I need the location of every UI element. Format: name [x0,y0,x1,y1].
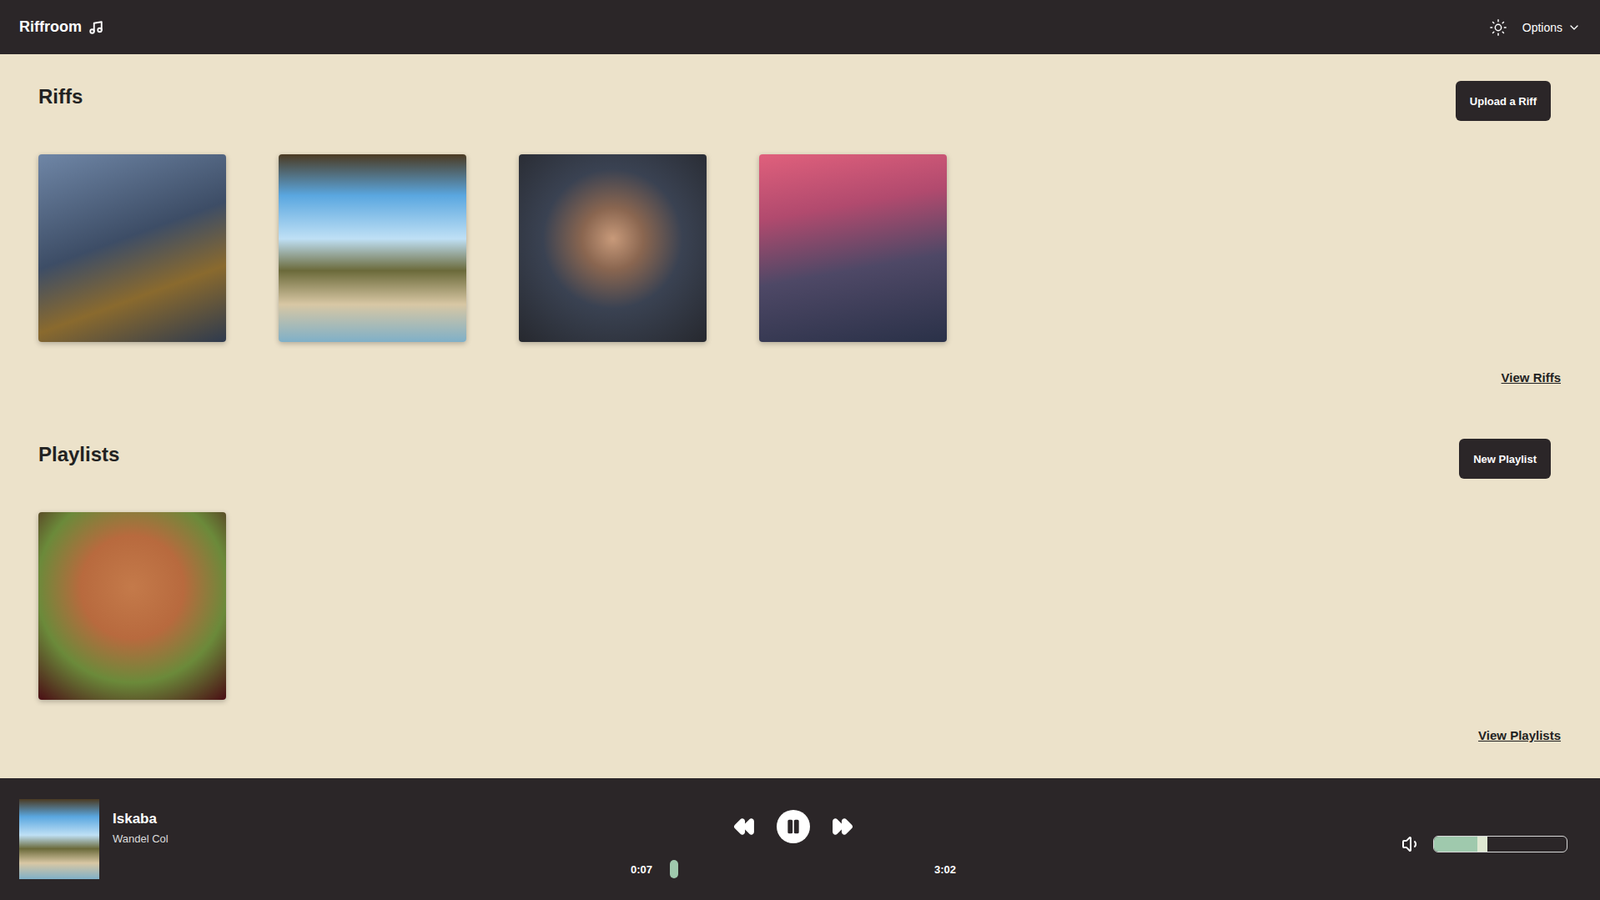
section-title: Playlists [38,438,120,467]
app: Riffroom Options Riffs Upload a Riff View Ri… [0,0,1600,900]
rewind-icon [733,815,755,838]
view-playlists-link[interactable]: View Playlists [1478,728,1561,743]
header-actions: Options [1489,18,1581,37]
duration-time: 3:02 [934,863,956,876]
options-menu[interactable]: Options [1522,20,1581,35]
volume-fill [1433,836,1488,852]
logo-text: Riffroom [19,18,82,36]
riffs-grid [38,154,1561,343]
playlists-grid [38,512,1561,700]
progress-slider[interactable] [664,860,923,879]
chevron-down-icon [1567,20,1581,35]
link-row: View Playlists [38,728,1561,743]
main-content: Riffs Upload a Riff View Riffs Playlists New… [0,54,1600,779]
track-info: Iskaba Wandel Col [112,799,169,846]
playlists-button[interactable]: New Playlist [1459,438,1551,479]
pause-icon [784,818,802,836]
playback-controls [733,810,854,844]
play-pause-button[interactable] [776,810,811,844]
fast-forward-icon [831,815,854,838]
riffs-section: Riffs Upload a Riff View Riffs [38,80,1561,385]
link-row: View Riffs [38,370,1561,385]
rewind-button[interactable] [733,815,755,838]
riffs-button[interactable]: Upload a Riff [1455,80,1551,121]
logo[interactable]: Riffroom [19,18,104,36]
player-bar: Iskaba Wandel Col 0:07 3:02 [0,778,1600,900]
progress-row: 0:07 3:02 [630,860,956,879]
sun-icon[interactable] [1489,18,1508,37]
volume-control [955,824,1568,855]
playback-center: 0:07 3:02 [630,800,956,879]
track-artwork [19,799,100,880]
riffs-card[interactable] [38,154,227,343]
top-bar: Riffroom Options [0,0,1600,55]
music-note-icon [88,20,104,36]
view-riffs-link[interactable]: View Riffs [1501,370,1561,385]
track-artist: Wandel Col [112,832,169,846]
fast-forward-button[interactable] [831,815,854,838]
volume-thumb[interactable] [1477,836,1488,852]
volume-icon[interactable] [1401,834,1422,855]
section-title: Riffs [38,80,83,109]
playlists-section: Playlists New Playlist View Playlists [38,438,1561,743]
elapsed-time: 0:07 [630,863,653,876]
section-header: Playlists New Playlist [38,438,1561,479]
riffs-card[interactable] [278,154,467,343]
playlists-card[interactable] [38,512,227,700]
riffs-card[interactable] [759,154,947,343]
riffs-card[interactable] [518,154,707,343]
volume-slider[interactable] [1433,835,1568,853]
section-header: Riffs Upload a Riff [38,80,1561,121]
track-title: Iskaba [112,810,169,828]
now-playing: Iskaba Wandel Col [19,799,631,880]
progress-thumb[interactable] [669,860,679,879]
